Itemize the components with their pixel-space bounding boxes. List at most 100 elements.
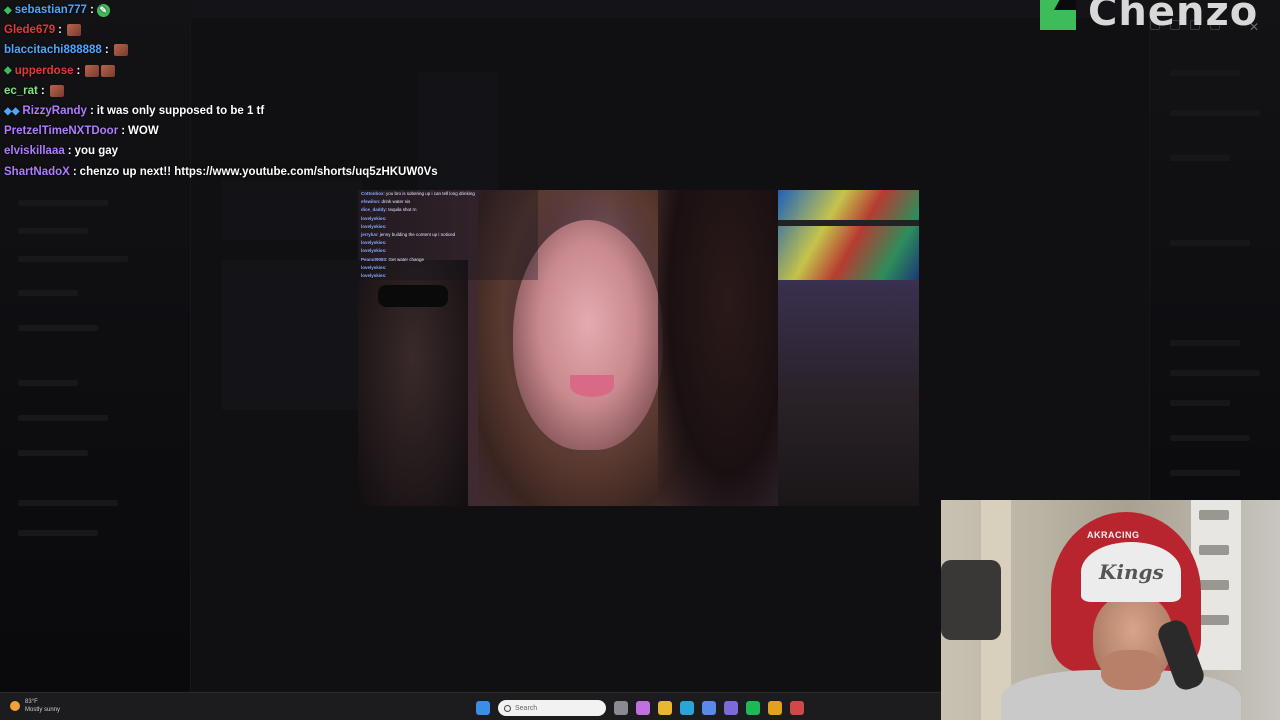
video-chat-separator: : <box>385 240 387 246</box>
background-thumbnail <box>222 260 358 410</box>
emote-icon: ✎ <box>96 3 110 17</box>
chat-separator: : <box>58 24 62 37</box>
background-thumbnail <box>222 180 362 240</box>
webcam-background-items <box>941 560 1001 640</box>
video-chat-username: jerryluv <box>361 231 378 237</box>
video-tongue <box>570 375 614 397</box>
video-chat-separator: : <box>385 264 387 270</box>
video-chat-username: dice_daddy <box>361 207 386 213</box>
emote-icon <box>67 24 81 37</box>
emote-icon <box>85 64 100 77</box>
user-badge-icon: ◆ <box>4 65 12 77</box>
sun-icon <box>10 701 20 711</box>
video-chat-text: tequila shot rn <box>388 207 417 213</box>
chat-username[interactable]: ec_rat <box>4 85 38 97</box>
chat-username[interactable]: PretzelTimeNXTDoor <box>4 125 118 137</box>
emote-icon <box>113 44 128 57</box>
video-chat-username: lovelyskies <box>361 272 386 278</box>
video-chat-text: Get water change <box>388 256 425 262</box>
logo-text: Chenzo <box>1088 0 1259 35</box>
chat-separator: : <box>89 4 94 17</box>
chat-message-text: chenzo up next!! https://www.youtube.com… <box>79 165 438 178</box>
taskbar-apps: Search <box>476 700 804 716</box>
background-right-panel <box>1150 40 1280 500</box>
start-icon[interactable] <box>476 701 490 715</box>
app-icon[interactable] <box>790 701 804 715</box>
chat-message-text: WOW <box>128 125 159 138</box>
search-placeholder: Search <box>515 704 538 712</box>
search-icon <box>504 704 511 712</box>
user-badge-icon: ◆◆ <box>4 105 20 117</box>
video-chat-line: lovelyskies: <box>358 247 538 255</box>
weather-text: 83°F Mostly sunny <box>25 698 60 714</box>
video-chat-username: lovelyskies <box>361 223 386 229</box>
chat-message-text: you gay <box>74 145 119 158</box>
chat-message: ◆ sebastian777: ✎ <box>4 0 564 20</box>
video-crowd <box>778 280 919 506</box>
video-screen-divider <box>778 220 919 226</box>
chat-message: ec_rat: <box>4 81 564 101</box>
chat-separator: : <box>67 145 72 158</box>
video-chat-username: lovelyskies <box>361 248 386 254</box>
webcam-feed: AKRACING Kings <box>941 500 1280 720</box>
video-sunglasses <box>378 285 448 307</box>
video-chat-text: drink water sis <box>381 199 411 205</box>
video-tv-screens <box>778 190 919 280</box>
chat-username[interactable]: Glede679 <box>4 24 55 36</box>
chat-message-text: it was only supposed to be 1 tf <box>96 105 265 118</box>
video-chat-separator: : <box>385 215 387 221</box>
video-chat-text: jenny building the content up i noticed <box>379 231 456 237</box>
chat-username[interactable]: ShartNadoX <box>4 166 70 178</box>
chat-username[interactable]: upperdose <box>15 65 74 77</box>
video-chat-line: lovelyskies: <box>358 264 538 272</box>
emote-icon <box>49 84 64 97</box>
task-view-icon[interactable] <box>614 701 628 715</box>
weather-desc: Mostly sunny <box>25 707 61 713</box>
store-icon[interactable] <box>702 701 716 715</box>
copilot-icon[interactable] <box>636 701 650 715</box>
cap-text: Kings <box>1099 560 1164 584</box>
video-person-right <box>658 190 798 506</box>
video-chat-username: efswilon <box>361 199 380 205</box>
chat-username[interactable]: elviskillaaa <box>4 145 65 157</box>
weather-widget[interactable]: 83°F Mostly sunny <box>10 698 60 714</box>
file-explorer-icon[interactable] <box>658 701 672 715</box>
video-chat-username: lovelyskies <box>361 264 386 270</box>
channel-logo: Chenzo <box>1040 0 1258 32</box>
taskbar: 83°F Mostly sunny Search <box>0 692 941 720</box>
kick-logo-icon <box>1040 0 1076 30</box>
chat-separator: : <box>104 44 109 57</box>
video-chat-line: dice_daddy: tequila shot rn <box>358 206 538 214</box>
chat-username[interactable]: blaccitachi888888 <box>4 44 102 56</box>
background-sidebar <box>0 180 190 680</box>
video-chat-line: efswilon: drink water sis <box>358 198 538 206</box>
chrome-icon[interactable] <box>768 701 782 715</box>
chat-separator: : <box>76 64 81 77</box>
video-chat-username: lovelyskies <box>361 215 386 221</box>
video-chat-line: Cottonbox: you bro is sobering up i can … <box>358 190 538 198</box>
video-embedded-chat: Cottonbox: you bro is sobering up i can … <box>358 190 538 280</box>
weather-temp: 83°F <box>25 699 38 705</box>
video-chat-separator: : <box>385 272 387 278</box>
spotify-icon[interactable] <box>746 701 760 715</box>
video-chat-separator: : <box>385 223 387 229</box>
chat-message: ◆ upperdose: <box>4 61 564 81</box>
taskbar-search[interactable]: Search <box>498 700 606 716</box>
video-chat-line: lovelyskies: <box>358 223 538 231</box>
chat-separator: : <box>40 84 45 97</box>
chat-separator: : <box>89 105 94 118</box>
edge-icon[interactable] <box>680 701 694 715</box>
chat-message: PretzelTimeNXTDoor: WOW <box>4 121 564 141</box>
video-chat-line: lovelyskies: <box>358 272 538 280</box>
emote-icon <box>101 64 116 77</box>
chat-message: elviskillaaa: you gay <box>4 141 564 161</box>
video-chat-username: lovelyskies <box>361 240 386 246</box>
video-player[interactable]: Cottonbox: you bro is sobering up i can … <box>358 190 919 506</box>
teams-icon[interactable] <box>724 701 738 715</box>
chat-separator: : <box>121 125 126 138</box>
chat-username[interactable]: RizzyRandy <box>22 105 87 117</box>
video-chat-line: jerryluv: jenny building the content up … <box>358 231 538 239</box>
chair-brand-text: AKRACING <box>1087 530 1140 540</box>
video-chat-separator: : <box>385 248 387 254</box>
chat-username[interactable]: sebastian777 <box>15 4 87 16</box>
